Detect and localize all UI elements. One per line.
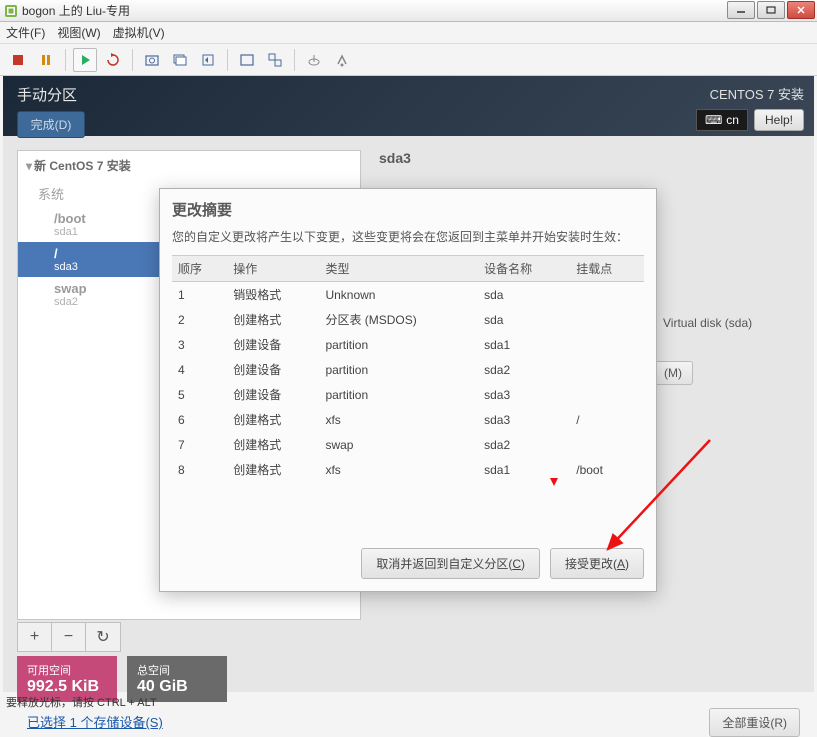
sidebar-heading[interactable]: ▾新 CentOS 7 安装 <box>18 151 360 180</box>
product-label: CENTOS 7 安装 <box>710 84 804 103</box>
detail-title: sda3 <box>379 150 411 166</box>
revert-icon[interactable] <box>196 48 220 72</box>
virtual-disk-label: Virtual disk (sda) <box>663 316 752 330</box>
window-title: bogon 上的 Liu-专用 <box>22 2 130 19</box>
modify-button[interactable]: (M) <box>653 361 693 385</box>
col-mount[interactable]: 挂载点 <box>570 256 644 282</box>
changes-table: 顺序 操作 类型 设备名称 挂载点 1销毁格式Unknownsda2创建格式分区… <box>172 255 644 482</box>
modal-title: 更改摘要 <box>172 199 644 220</box>
table-row[interactable]: 6创建格式xfssda3/ <box>172 407 644 432</box>
add-partition-button[interactable]: + <box>18 623 52 651</box>
devices-icon[interactable] <box>302 48 326 72</box>
restart-icon[interactable] <box>101 48 125 72</box>
unity-icon[interactable] <box>263 48 287 72</box>
cancel-return-button[interactable]: 取消并返回到自定义分区(C) <box>361 548 540 579</box>
chevron-down-icon: ▾ <box>26 159 32 173</box>
play-icon[interactable] <box>73 48 97 72</box>
window-titlebar: bogon 上的 Liu-专用 <box>0 0 817 22</box>
reload-button[interactable]: ↻ <box>86 623 120 651</box>
table-row[interactable]: 3创建设备partitionsda1 <box>172 332 644 357</box>
minimize-button[interactable] <box>727 1 755 19</box>
menu-file[interactable]: 文件(F) <box>6 24 45 41</box>
table-row[interactable]: 7创建格式swapsda2 <box>172 432 644 457</box>
snapshot-manage-icon[interactable] <box>168 48 192 72</box>
col-type[interactable]: 类型 <box>319 256 478 282</box>
table-row[interactable]: 2创建格式分区表 (MSDOS)sda <box>172 307 644 332</box>
col-order[interactable]: 顺序 <box>172 256 227 282</box>
vmware-icon <box>4 4 18 18</box>
detail-pane: sda3 <box>379 150 411 166</box>
table-row[interactable]: 4创建设备partitionsda2 <box>172 357 644 382</box>
close-button[interactable] <box>787 1 815 19</box>
modal-description: 您的自定义更改将产生以下变更，这些变更将会在您返回到主菜单并开始安装时生效： <box>172 228 644 245</box>
settings-icon[interactable] <box>330 48 354 72</box>
done-button[interactable]: 完成(D) <box>17 111 85 138</box>
table-row[interactable]: 5创建设备partitionsda3 <box>172 382 644 407</box>
menu-vm[interactable]: 虚拟机(V) <box>113 24 165 41</box>
status-bar: 要释放光标，请按 CTRL + ALT <box>6 694 157 710</box>
menubar: 文件(F) 视图(W) 虚拟机(V) <box>0 22 817 44</box>
installer-header: 手动分区 完成(D) CENTOS 7 安装 ⌨cn Help! <box>3 76 814 136</box>
remove-partition-button[interactable]: − <box>52 623 86 651</box>
menu-view[interactable]: 视图(W) <box>57 24 100 41</box>
changes-summary-dialog: 更改摘要 您的自定义更改将产生以下变更，这些变更将会在您返回到主菜单并开始安装时… <box>159 188 657 592</box>
table-row[interactable]: 8创建格式xfssda1/boot <box>172 457 644 482</box>
keyboard-icon: ⌨ <box>705 113 722 127</box>
toolbar <box>0 44 817 76</box>
sidebar-toolbar: + − ↻ <box>17 622 121 652</box>
table-row[interactable]: 1销毁格式Unknownsda <box>172 282 644 308</box>
page-title: 手动分区 <box>17 84 85 105</box>
col-devname[interactable]: 设备名称 <box>478 256 570 282</box>
pause-icon[interactable] <box>34 48 58 72</box>
maximize-button[interactable] <box>757 1 785 19</box>
reset-all-button[interactable]: 全部重设(R) <box>709 708 800 737</box>
col-operation[interactable]: 操作 <box>227 256 319 282</box>
snapshot-icon[interactable] <box>140 48 164 72</box>
fullscreen-icon[interactable] <box>235 48 259 72</box>
stop-icon[interactable] <box>6 48 30 72</box>
keyboard-indicator[interactable]: ⌨cn <box>696 109 748 131</box>
storage-devices-link[interactable]: 已选择 1 个存储设备(S) <box>27 712 163 731</box>
accept-changes-button[interactable]: 接受更改(A) <box>550 548 644 579</box>
help-button[interactable]: Help! <box>754 109 804 131</box>
